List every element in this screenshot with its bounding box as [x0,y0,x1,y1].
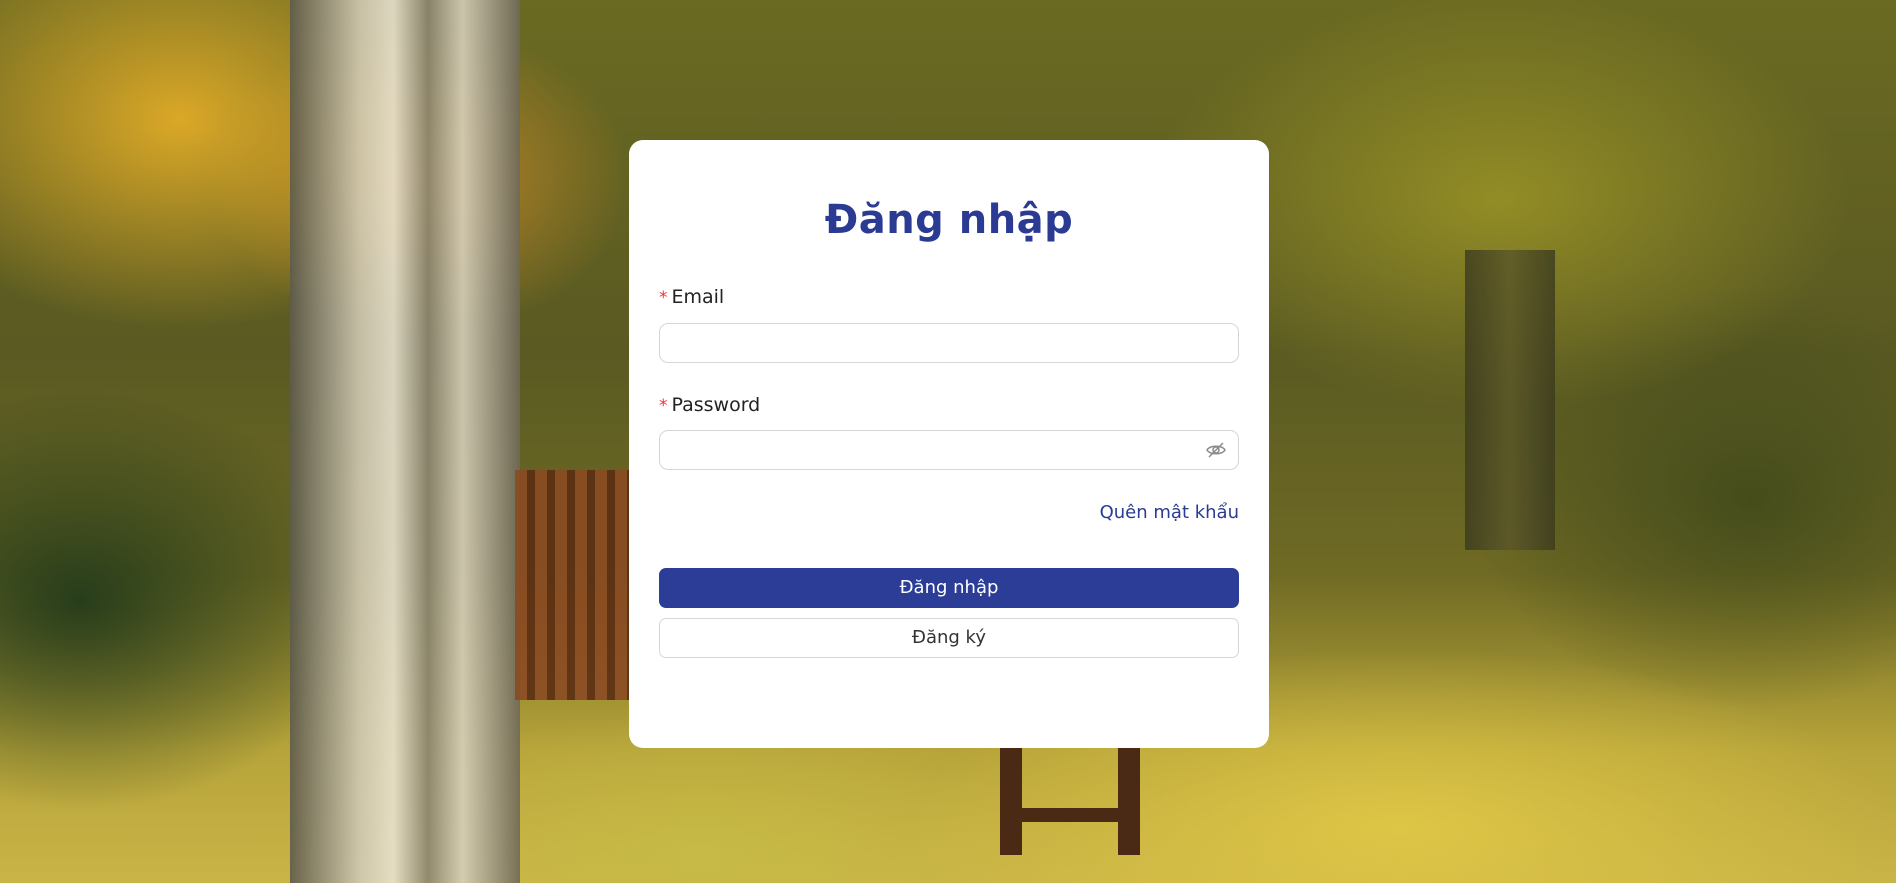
email-label: * Email [659,286,724,308]
bench-back [515,470,630,700]
email-label-text: Email [671,286,725,308]
password-field[interactable] [672,431,1196,469]
birch-trunk [290,0,520,883]
password-label-text: Password [671,394,761,416]
password-label: * Password [659,394,760,416]
login-card: Đăng nhập * Email * Password Quên mật khẩu… [629,140,1269,748]
tree-trunk [1465,250,1555,550]
required-marker: * [659,396,668,416]
register-button[interactable]: Đăng ký [659,618,1239,658]
email-field[interactable] [672,324,1196,362]
password-field-wrapper [659,430,1239,470]
forgot-password-link[interactable]: Quên mật khẩu [1100,502,1239,523]
required-marker: * [659,288,668,308]
bench-leg [1000,745,1022,855]
page-title: Đăng nhập [824,197,1074,243]
login-button[interactable]: Đăng nhập [659,568,1239,608]
bench-rail [1000,808,1140,822]
eye-slash-icon[interactable] [1206,441,1226,459]
bench-leg [1118,745,1140,855]
email-field-wrapper [659,323,1239,363]
